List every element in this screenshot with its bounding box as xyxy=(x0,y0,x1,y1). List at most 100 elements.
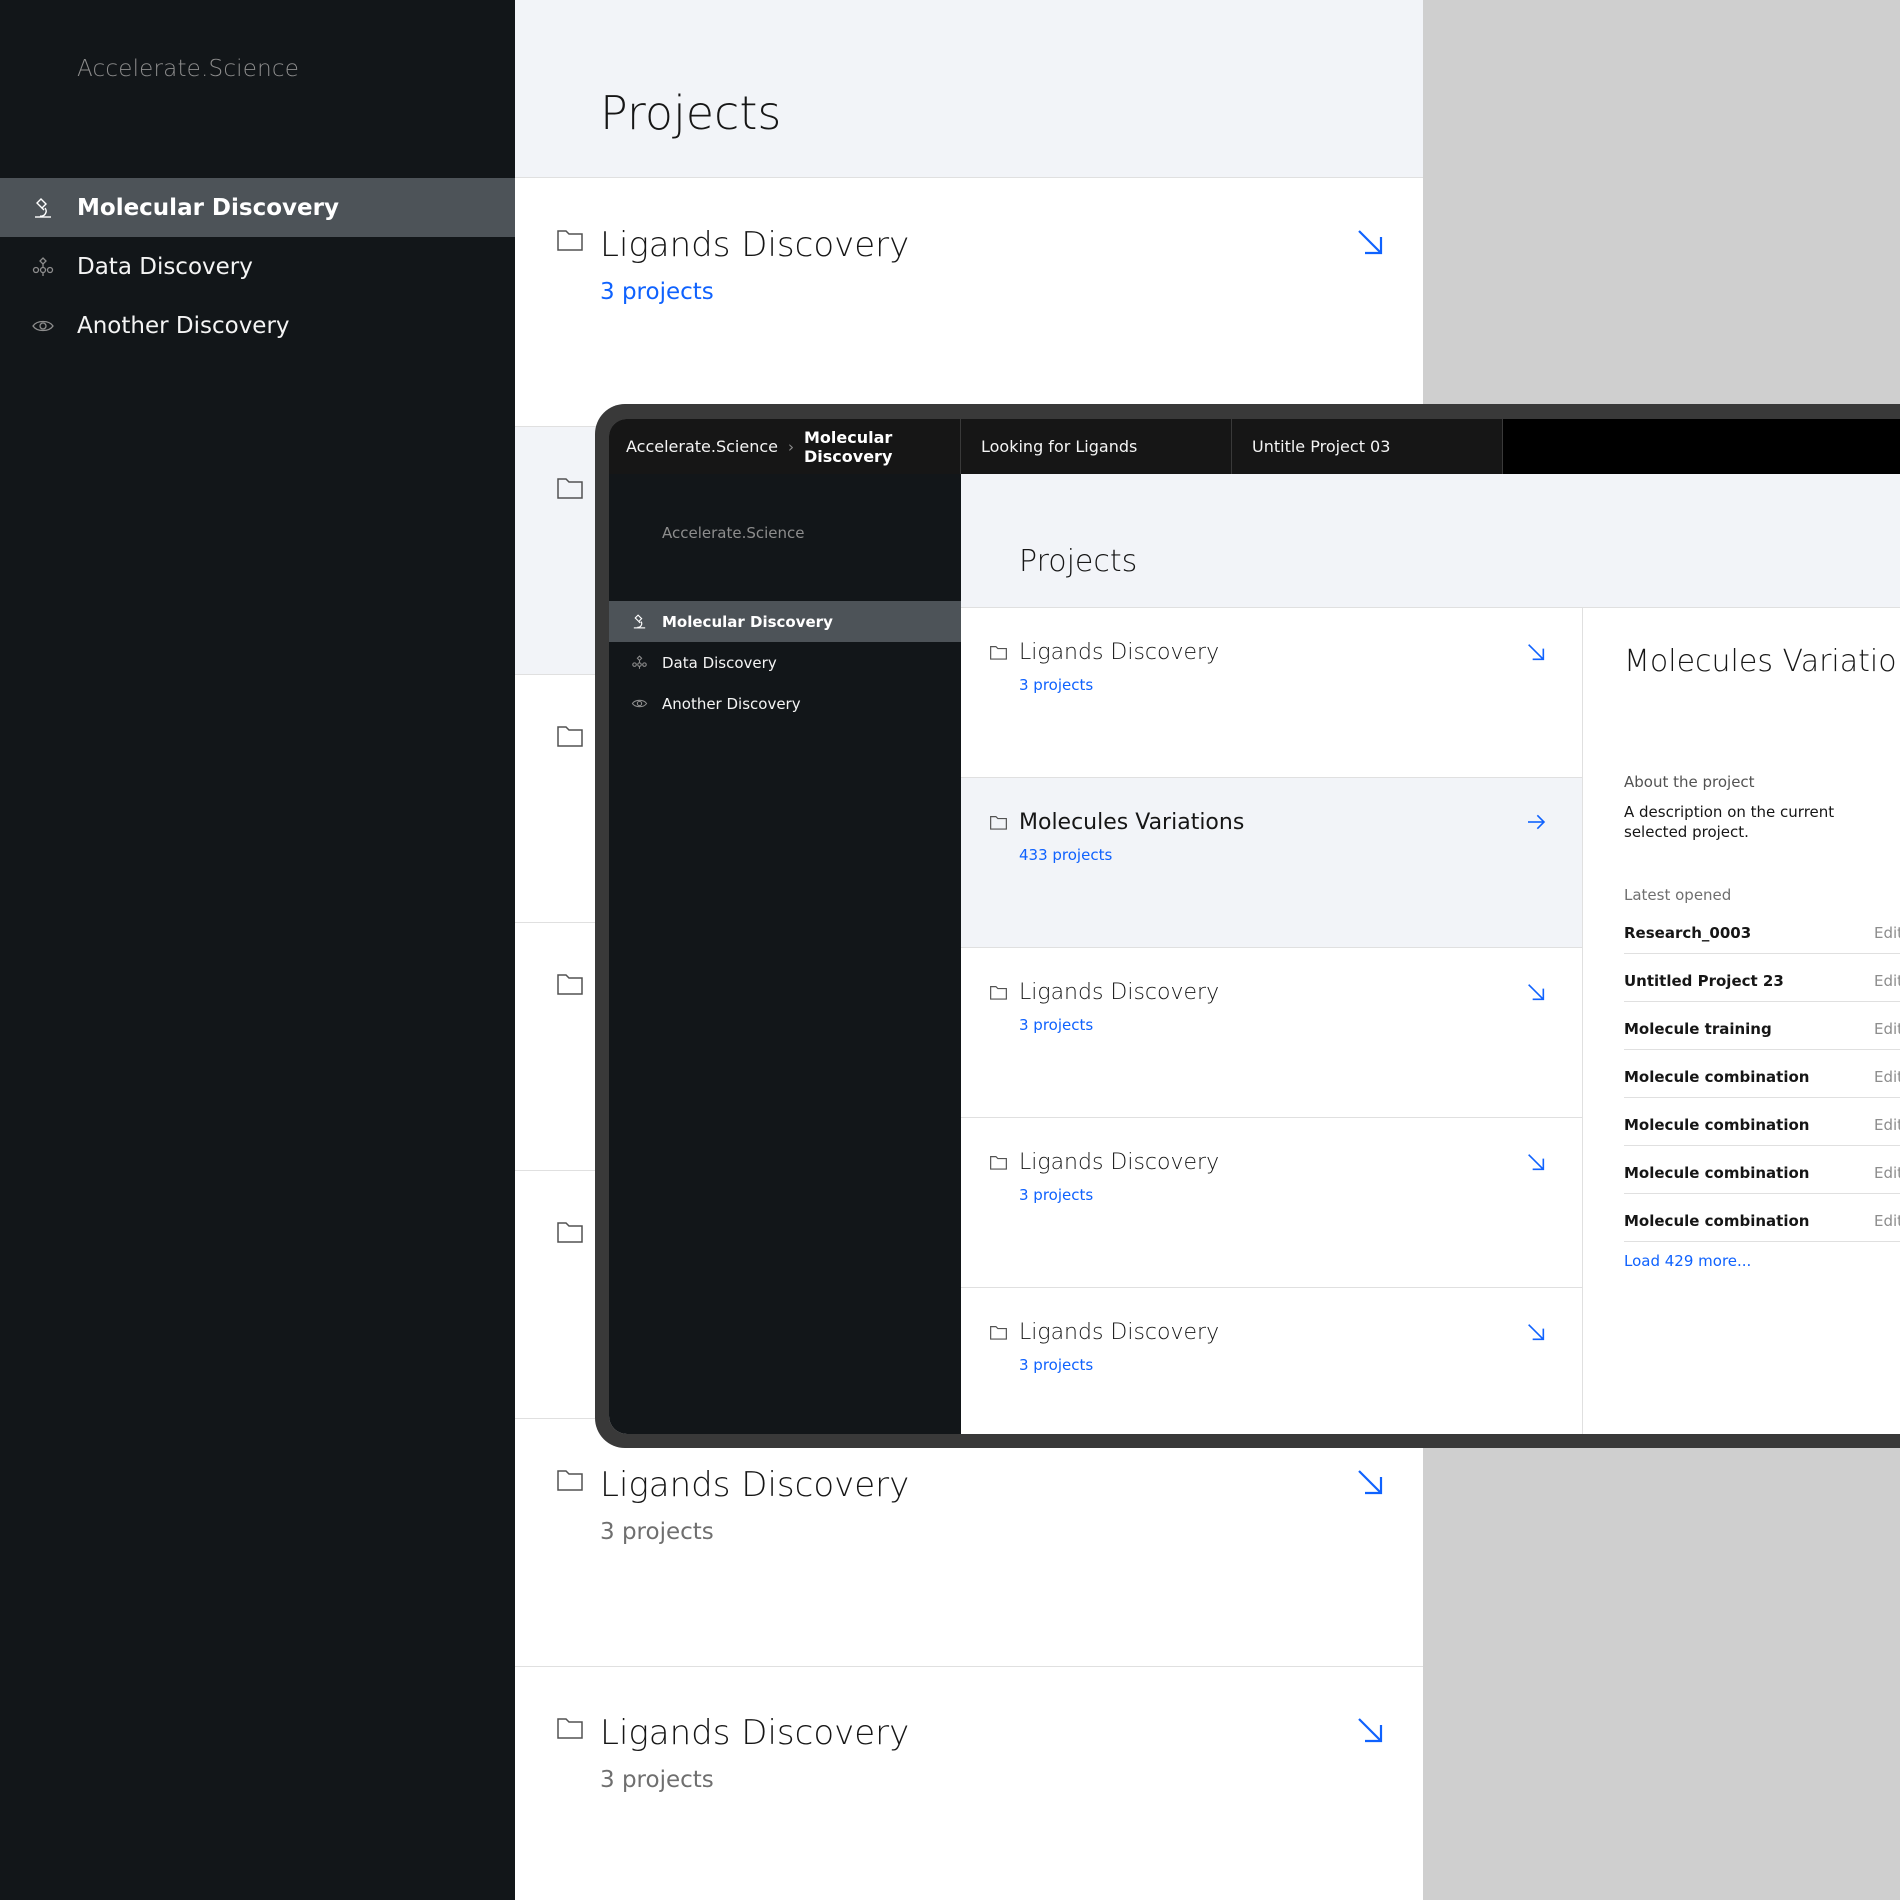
project-card-name: Ligands Discovery xyxy=(600,225,910,265)
folder-icon xyxy=(990,986,1007,1000)
sidebar-item-label: Another Discovery xyxy=(77,312,290,339)
latest-opened-list: Research_0003 Edit Untitled Project 23 E… xyxy=(1624,906,1900,1242)
sidebar-item-label: Molecular Discovery xyxy=(662,612,833,631)
sidebar-item-another-discovery[interactable]: Another Discovery xyxy=(609,683,961,724)
list-item-name[interactable]: Molecule combination xyxy=(1624,1212,1809,1230)
latest-opened-label: Latest opened xyxy=(1624,886,1732,904)
about-label: About the project xyxy=(1624,773,1755,791)
project-card-name: Ligands Discovery xyxy=(1019,1150,1220,1175)
list-item-name[interactable]: Molecule combination xyxy=(1624,1116,1809,1134)
sidebar-item-another-discovery[interactable]: Another Discovery xyxy=(0,296,515,355)
project-card-count[interactable]: 3 projects xyxy=(1019,1356,1093,1374)
project-card-count[interactable]: 3 projects xyxy=(1019,1186,1093,1204)
folder-icon xyxy=(557,726,583,747)
project-card-name: Ligands Discovery xyxy=(1019,1320,1220,1345)
device-screen: Accelerate.Science › Molecular Discovery… xyxy=(609,419,1900,1434)
sidebar-item-molecular-discovery[interactable]: Molecular Discovery xyxy=(0,178,515,237)
brand-logo[interactable]: Accelerate.Science xyxy=(662,524,805,542)
folder-icon xyxy=(990,1326,1007,1340)
project-card-name: Ligands Discovery xyxy=(600,1465,910,1505)
folder-icon xyxy=(990,646,1007,660)
list-item-name[interactable]: Molecule combination xyxy=(1624,1068,1809,1086)
project-card-name: Ligands Discovery xyxy=(600,1713,910,1753)
project-card-count[interactable]: 3 projects xyxy=(1019,1016,1093,1034)
edit-link[interactable]: Edit xyxy=(1874,1020,1900,1038)
project-card[interactable]: Ligands Discovery 3 projects xyxy=(961,1118,1582,1288)
arrow-down-right-icon[interactable] xyxy=(1355,1467,1385,1497)
breadcrumb-root[interactable]: Accelerate.Science xyxy=(626,437,778,456)
folder-icon xyxy=(557,478,583,499)
project-card[interactable]: Ligands Discovery 3 projects xyxy=(961,948,1582,1118)
sidebar: Accelerate.Science Molecular Discovery D… xyxy=(609,474,961,1434)
network-icon xyxy=(32,257,54,276)
brand-logo[interactable]: Accelerate.Science xyxy=(77,56,299,82)
edit-link[interactable]: Edit xyxy=(1874,1212,1900,1230)
main-content: Projects Ligands Discovery 3 projects Mo… xyxy=(961,474,1900,1434)
list-item[interactable]: Molecule combination Edit xyxy=(1624,1098,1900,1146)
breadcrumb-current[interactable]: Molecular Discovery xyxy=(804,428,960,466)
project-card[interactable]: Ligands Discovery 3 projects xyxy=(515,179,1423,427)
arrow-down-right-icon[interactable] xyxy=(1355,1715,1385,1745)
device-frame: Accelerate.Science › Molecular Discovery… xyxy=(595,404,1900,1448)
project-card[interactable]: Ligands Discovery 3 projects xyxy=(961,1288,1582,1434)
arrow-down-right-icon[interactable] xyxy=(1526,1322,1546,1342)
project-card-count[interactable]: 3 projects xyxy=(600,279,714,305)
arrow-down-right-icon[interactable] xyxy=(1526,1152,1546,1172)
project-card[interactable]: Ligands Discovery 3 projects xyxy=(961,608,1582,778)
microscope-icon xyxy=(633,614,646,629)
tab-breadcrumb[interactable]: Accelerate.Science › Molecular Discovery xyxy=(609,419,961,474)
edit-link[interactable]: Edit xyxy=(1874,1068,1900,1086)
arrow-down-right-icon[interactable] xyxy=(1526,642,1546,662)
edit-link[interactable]: Edit xyxy=(1874,1116,1900,1134)
sidebar-item-data-discovery[interactable]: Data Discovery xyxy=(609,642,961,683)
list-item[interactable]: Molecule combination Edit xyxy=(1624,1194,1900,1242)
list-item[interactable]: Molecule combination Edit xyxy=(1624,1050,1900,1098)
sidebar-nav: Molecular Discovery Data Discovery Anoth… xyxy=(609,601,961,724)
arrow-down-right-icon[interactable] xyxy=(1355,227,1385,257)
list-item-name[interactable]: Molecule combination xyxy=(1624,1164,1809,1182)
list-item[interactable]: Molecule combination Edit xyxy=(1624,1146,1900,1194)
page-title: Projects xyxy=(1019,544,1138,579)
load-more-link[interactable]: Load 429 more... xyxy=(1624,1252,1751,1270)
chevron-right-icon: › xyxy=(788,437,794,456)
arrow-down-right-icon[interactable] xyxy=(1526,982,1546,1002)
project-detail-panel: Molecules Variations About the project A… xyxy=(1583,608,1900,1434)
folder-icon xyxy=(557,974,583,995)
list-item[interactable]: Molecule training Edit xyxy=(1624,1002,1900,1050)
detail-title: Molecules Variations xyxy=(1624,644,1900,679)
sidebar-item-label: Another Discovery xyxy=(662,694,801,713)
project-card-name: Ligands Discovery xyxy=(1019,640,1220,665)
list-item-name[interactable]: Research_0003 xyxy=(1624,924,1751,942)
folder-icon xyxy=(557,1222,583,1243)
project-description: A description on the current selected pr… xyxy=(1624,803,1835,841)
list-item[interactable]: Untitled Project 23 Edit xyxy=(1624,954,1900,1002)
sidebar-item-molecular-discovery[interactable]: Molecular Discovery xyxy=(609,601,961,642)
sidebar-item-label: Data Discovery xyxy=(662,653,777,672)
project-card-selected[interactable]: Molecules Variations 433 projects xyxy=(961,778,1582,948)
eye-icon xyxy=(32,320,54,332)
edit-link[interactable]: Edit xyxy=(1874,972,1900,990)
sidebar-item-data-discovery[interactable]: Data Discovery xyxy=(0,237,515,296)
list-item-name[interactable]: Molecule training xyxy=(1624,1020,1772,1038)
project-card-count[interactable]: 3 projects xyxy=(1019,676,1093,694)
tab-looking-for-ligands[interactable]: Looking for Ligands xyxy=(961,419,1232,474)
project-card-name: Molecules Variations xyxy=(1019,810,1245,835)
folder-icon xyxy=(557,1470,583,1491)
project-card-name: Ligands Discovery xyxy=(1019,980,1220,1005)
sidebar-item-label: Data Discovery xyxy=(77,253,253,280)
edit-link[interactable]: Edit xyxy=(1874,1164,1900,1182)
eye-icon xyxy=(631,699,648,708)
arrow-right-icon[interactable] xyxy=(1526,812,1546,832)
tab-untitle-project-03[interactable]: Untitle Project 03 xyxy=(1232,419,1503,474)
folder-icon xyxy=(557,230,583,251)
list-item[interactable]: Research_0003 Edit xyxy=(1624,906,1900,954)
list-item-name[interactable]: Untitled Project 23 xyxy=(1624,972,1784,990)
project-card-count[interactable]: 3 projects xyxy=(600,1519,714,1545)
project-card-count[interactable]: 3 projects xyxy=(600,1767,714,1793)
project-card-count[interactable]: 433 projects xyxy=(1019,846,1112,864)
edit-link[interactable]: Edit xyxy=(1874,924,1900,942)
project-card[interactable]: Ligands Discovery 3 projects xyxy=(515,1667,1423,1900)
project-list: Ligands Discovery 3 projects Molecules V… xyxy=(961,608,1583,1434)
page-header: Projects xyxy=(515,0,1423,178)
project-card[interactable]: Ligands Discovery 3 projects xyxy=(515,1419,1423,1667)
